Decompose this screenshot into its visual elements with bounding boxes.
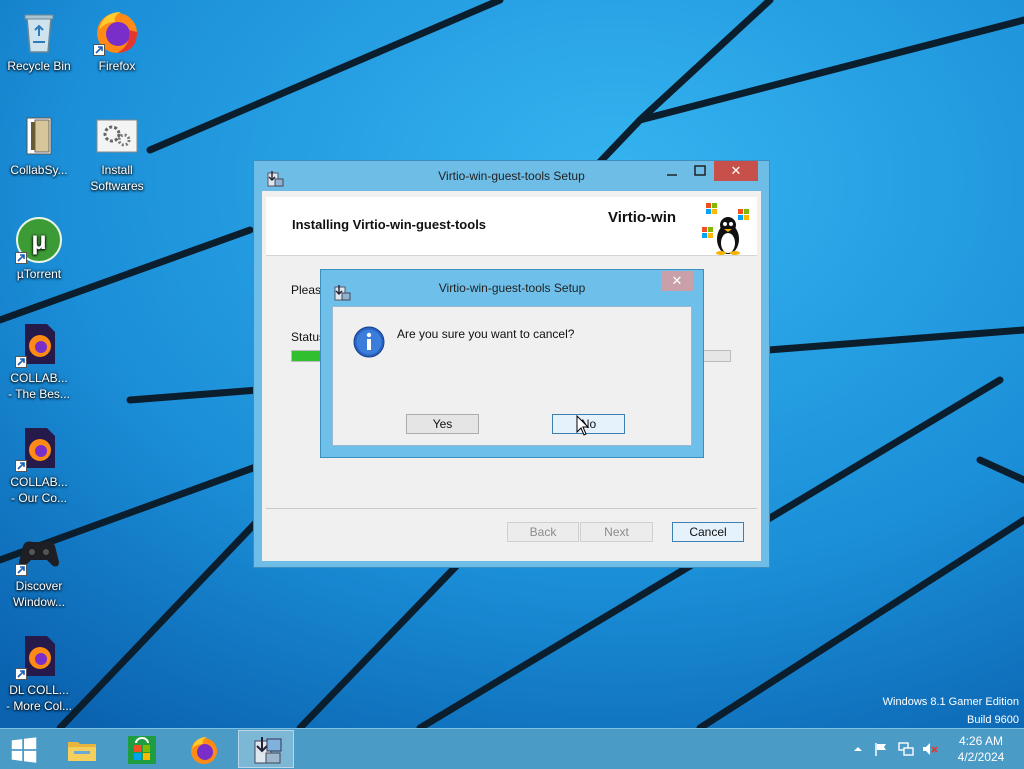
maximize-button[interactable] [686,161,714,181]
network-icon[interactable] [898,741,914,757]
show-hidden-icons-chevron-icon[interactable] [850,741,866,757]
shortcut-arrow-icon [15,564,27,576]
setup-brand-text: Virtio-win [608,209,677,226]
desktop-icon-collab-the-best[interactable]: COLLAB... - The Bes... [0,320,78,402]
installer-icon [333,280,351,301]
gears-icon [93,112,141,160]
desktop-icon-collab-our-co[interactable]: COLLAB... - Our Co... [0,424,78,506]
installer-icon [266,169,284,187]
minimize-button[interactable] [658,161,686,181]
button-area-separator [266,508,757,509]
information-icon [353,326,385,358]
clock-time: 4:26 AM [958,734,1004,748]
taskbar-store[interactable] [114,730,170,768]
installer-icon [254,737,282,764]
desktop-icon-label: Discover Window... [12,579,66,609]
taskbar-setup-installer[interactable] [238,730,294,768]
shortcut-arrow-icon [15,252,27,264]
shortcut-arrow-icon [15,460,27,472]
tux-windows-logo-icon [698,201,754,255]
action-center-flag-icon[interactable] [873,741,889,757]
taskbar-firefox[interactable] [176,730,232,768]
firefox-document-icon [15,632,63,680]
desktop-icon-label: CollabSy... [10,163,68,177]
next-button[interactable]: Next [580,522,653,542]
desktop-icon-label: µTorrent [16,267,62,281]
shortcut-arrow-icon [15,356,27,368]
firefox-icon [93,8,141,56]
firefox-icon [191,737,217,764]
shortcut-arrow-icon [93,44,105,56]
start-button[interactable] [0,730,50,768]
firefox-document-icon [15,320,63,368]
desktop-icon-dl-collab[interactable]: DL COLL... - More Col... [0,632,78,714]
shortcut-arrow-icon [15,668,27,680]
confirm-dialog-title: Virtio-win-guest-tools Setup [438,281,586,295]
setup-header-title: Installing Virtio-win-guest-tools [292,217,487,232]
os-watermark-edition: Windows 8.1 Gamer Edition [882,696,1019,708]
store-icon [128,736,156,764]
confirm-dialog: Virtio-win-guest-tools Setup ✕ Are you s… [320,269,704,458]
yes-button[interactable]: Yes [406,414,479,434]
confirm-dialog-client: Are you sure you want to cancel? Yes No [332,306,692,446]
setup-window-title: Virtio-win-guest-tools Setup [438,169,585,183]
desktop-icon-discover-windows[interactable]: Discover Window... [0,528,78,610]
desktop-icon-label: DL COLL... - More Col... [5,683,72,713]
svg-text:µ: µ [32,225,47,255]
desktop-icon-firefox[interactable]: Firefox [78,8,156,74]
recycle-bin-icon [15,8,63,56]
desktop-icon-label: COLLAB... - The Bes... [8,371,70,401]
setup-window-titlebar[interactable]: Virtio-win-guest-tools Setup ✕ [254,161,769,191]
back-button[interactable]: Back [507,522,579,542]
gamepad-icon [15,528,63,576]
mouse-pointer-icon [576,414,590,437]
confirm-dialog-titlebar[interactable]: Virtio-win-guest-tools Setup ✕ [321,270,703,306]
taskbar: 4:26 AM 4/2/2024 [0,728,1024,769]
confirm-message: Are you sure you want to cancel? [397,327,575,341]
desktop-icon-label: Install Softwares [90,163,144,193]
folder-files-icon [15,112,63,160]
desktop-icon-label: Firefox [98,59,136,73]
desktop-icon-utorrent[interactable]: µ µTorrent [0,216,78,282]
windows-logo-icon [11,737,37,763]
desktop-icon-collabsy[interactable]: CollabSy... [0,112,78,178]
firefox-document-icon [15,424,63,472]
desktop-icon-label: COLLAB... - Our Co... [10,475,68,505]
desktop-icon-recycle-bin[interactable]: Recycle Bin [0,8,78,74]
close-button[interactable]: ✕ [714,161,758,181]
setup-header-banner: Installing Virtio-win-guest-tools Virtio… [266,197,757,256]
folder-icon [68,742,96,761]
clock-date: 4/2/2024 [957,750,1005,764]
desktop-icon-install-softwares[interactable]: Install Softwares [78,112,156,194]
utorrent-icon: µ [15,216,63,264]
volume-muted-icon[interactable] [922,741,938,757]
desktop-icon-label: Recycle Bin [7,59,71,73]
dialog-close-button[interactable]: ✕ [661,271,693,291]
taskbar-file-explorer[interactable] [54,730,110,768]
os-watermark-build: Build 9600 [967,714,1019,726]
taskbar-clock[interactable]: 4:26 AM 4/2/2024 [946,733,1016,765]
cancel-button[interactable]: Cancel [672,522,744,542]
